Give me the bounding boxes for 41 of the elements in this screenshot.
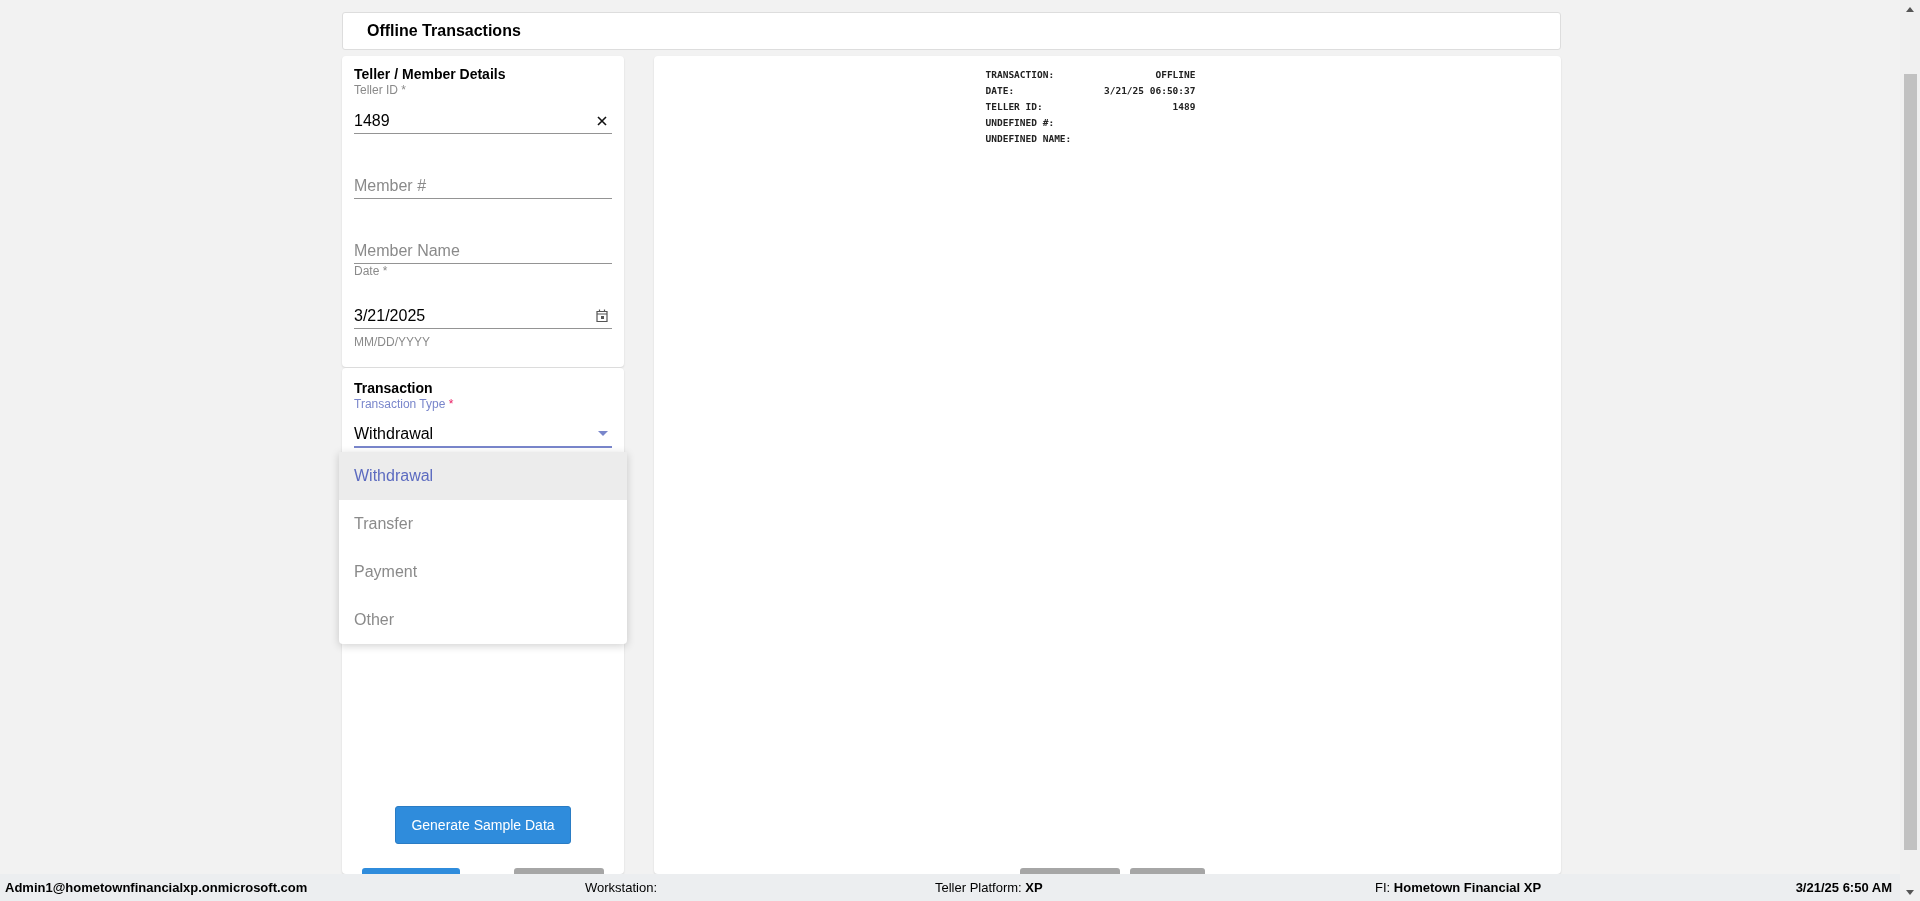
date-field[interactable]: Date * 3/21/2025 (354, 264, 612, 329)
generate-sample-data-button[interactable]: Generate Sample Data (395, 806, 571, 844)
scrollbar-thumb[interactable] (1903, 74, 1917, 850)
field-label: Date * (354, 264, 388, 278)
page-title: Offline Transactions (342, 12, 1561, 50)
field-value: 1489 (354, 112, 391, 130)
menu-option[interactable]: Other (339, 596, 627, 644)
receipt-label: TELLER ID: (985, 100, 1043, 112)
fi-info: FI: Hometown Financial XP (1375, 880, 1543, 895)
dropdown-arrow-icon[interactable] (598, 431, 608, 436)
input-field[interactable]: Member Name (354, 199, 612, 264)
select-field[interactable]: Transaction Type * Withdrawal (354, 397, 612, 448)
status-time: 3/21/25 6:50 AM (1795, 880, 1892, 895)
field-value: Withdrawal (354, 425, 435, 443)
field-value: 3/21/2025 (354, 307, 427, 325)
scroll-down-icon[interactable] (1906, 890, 1914, 895)
menu-option[interactable]: Transfer (339, 500, 627, 548)
receipt-label: TRANSACTION: (985, 68, 1055, 80)
field-label: Transaction Type * (354, 397, 454, 411)
field-placeholder: Member # (354, 177, 428, 195)
input-field[interactable]: Teller ID * 1489 (354, 83, 612, 134)
platform-info: Teller Platform: XP (935, 880, 1044, 895)
scroll-up-icon[interactable] (1906, 7, 1914, 12)
section-heading: Transaction (354, 380, 434, 396)
menu-option[interactable]: Payment (339, 548, 627, 596)
receipt-value: OFFLINE (1155, 68, 1196, 80)
menu-option[interactable]: Withdrawal (339, 452, 627, 500)
calendar-icon[interactable] (596, 309, 608, 322)
workstation-label: Workstation: (585, 880, 658, 895)
receipt-label: UNDEFINED NAME: (985, 132, 1072, 144)
user-email: Admin1@hometownfinancialxp.onmicrosoft.com (5, 880, 309, 895)
field-hint: MM/DD/YYYY (354, 335, 431, 349)
receipt-label: UNDEFINED #: (985, 116, 1055, 128)
receipt-value: 3/21/25 06:50:37 (1104, 84, 1196, 96)
field-placeholder: Member Name (354, 242, 461, 260)
receipt-value: 1489 (1172, 100, 1196, 112)
field-label: Teller ID * (354, 83, 406, 97)
input-field[interactable]: Member # (354, 134, 612, 199)
clear-icon[interactable] (596, 115, 608, 127)
section-heading: Teller / Member Details (354, 66, 507, 82)
receipt-label: DATE: (985, 84, 1015, 96)
